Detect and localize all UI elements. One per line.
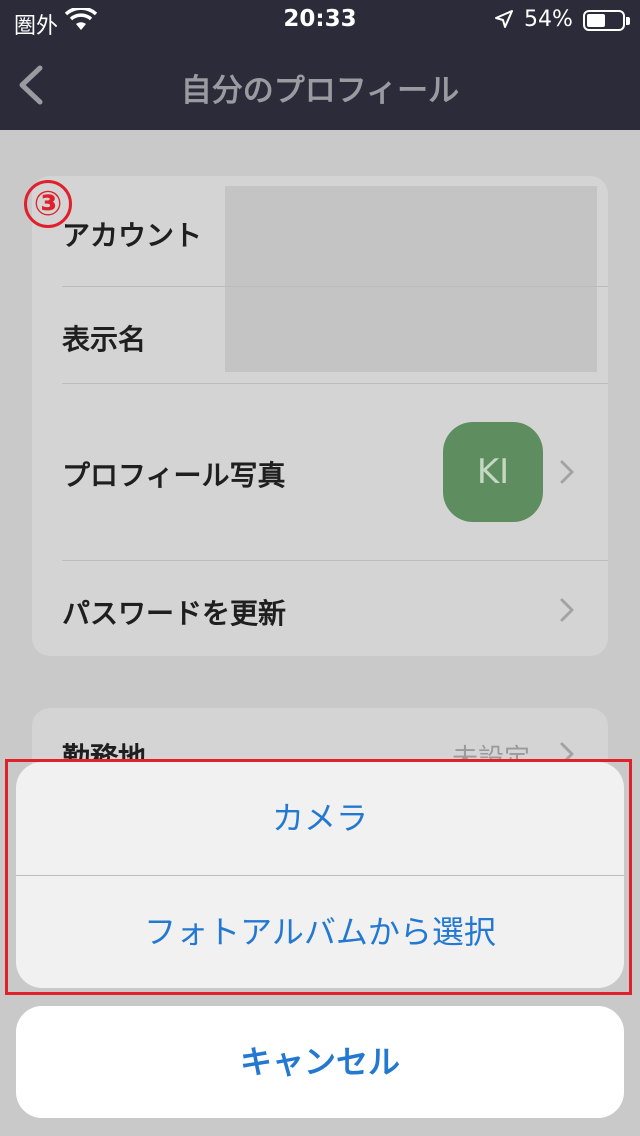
account-label: アカウント (62, 219, 203, 252)
navigation-bar: 自分のプロフィール (0, 40, 640, 130)
divider (62, 383, 608, 384)
profile-photo-label: プロフィール写真 (62, 459, 286, 492)
update-password-row[interactable]: パスワードを更新 (62, 592, 608, 630)
chevron-right-icon (560, 460, 574, 484)
chevron-right-icon (560, 598, 574, 622)
update-password-label: パスワードを更新 (62, 597, 287, 630)
display-name-row[interactable]: 表示名 (62, 318, 608, 356)
divider (62, 286, 608, 287)
account-row[interactable]: アカウント (62, 214, 608, 252)
step-number-badge: ③ (24, 180, 72, 228)
display-name-label: 表示名 (62, 323, 147, 356)
avatar[interactable]: KI (443, 422, 543, 522)
status-bar: 圏外 20:33 54% (0, 0, 640, 40)
location-arrow-icon (495, 10, 513, 28)
battery-level-fill (587, 14, 605, 27)
battery-percent: 54% (524, 7, 573, 32)
page-title: 自分のプロフィール (180, 73, 460, 109)
cancel-button[interactable]: キャンセル (16, 1006, 624, 1118)
highlight-frame (5, 759, 632, 995)
battery-icon (583, 10, 630, 31)
divider (62, 560, 608, 561)
profile-card: アカウント 表示名 プロフィール写真 KI パスワードを更新 (32, 176, 608, 656)
